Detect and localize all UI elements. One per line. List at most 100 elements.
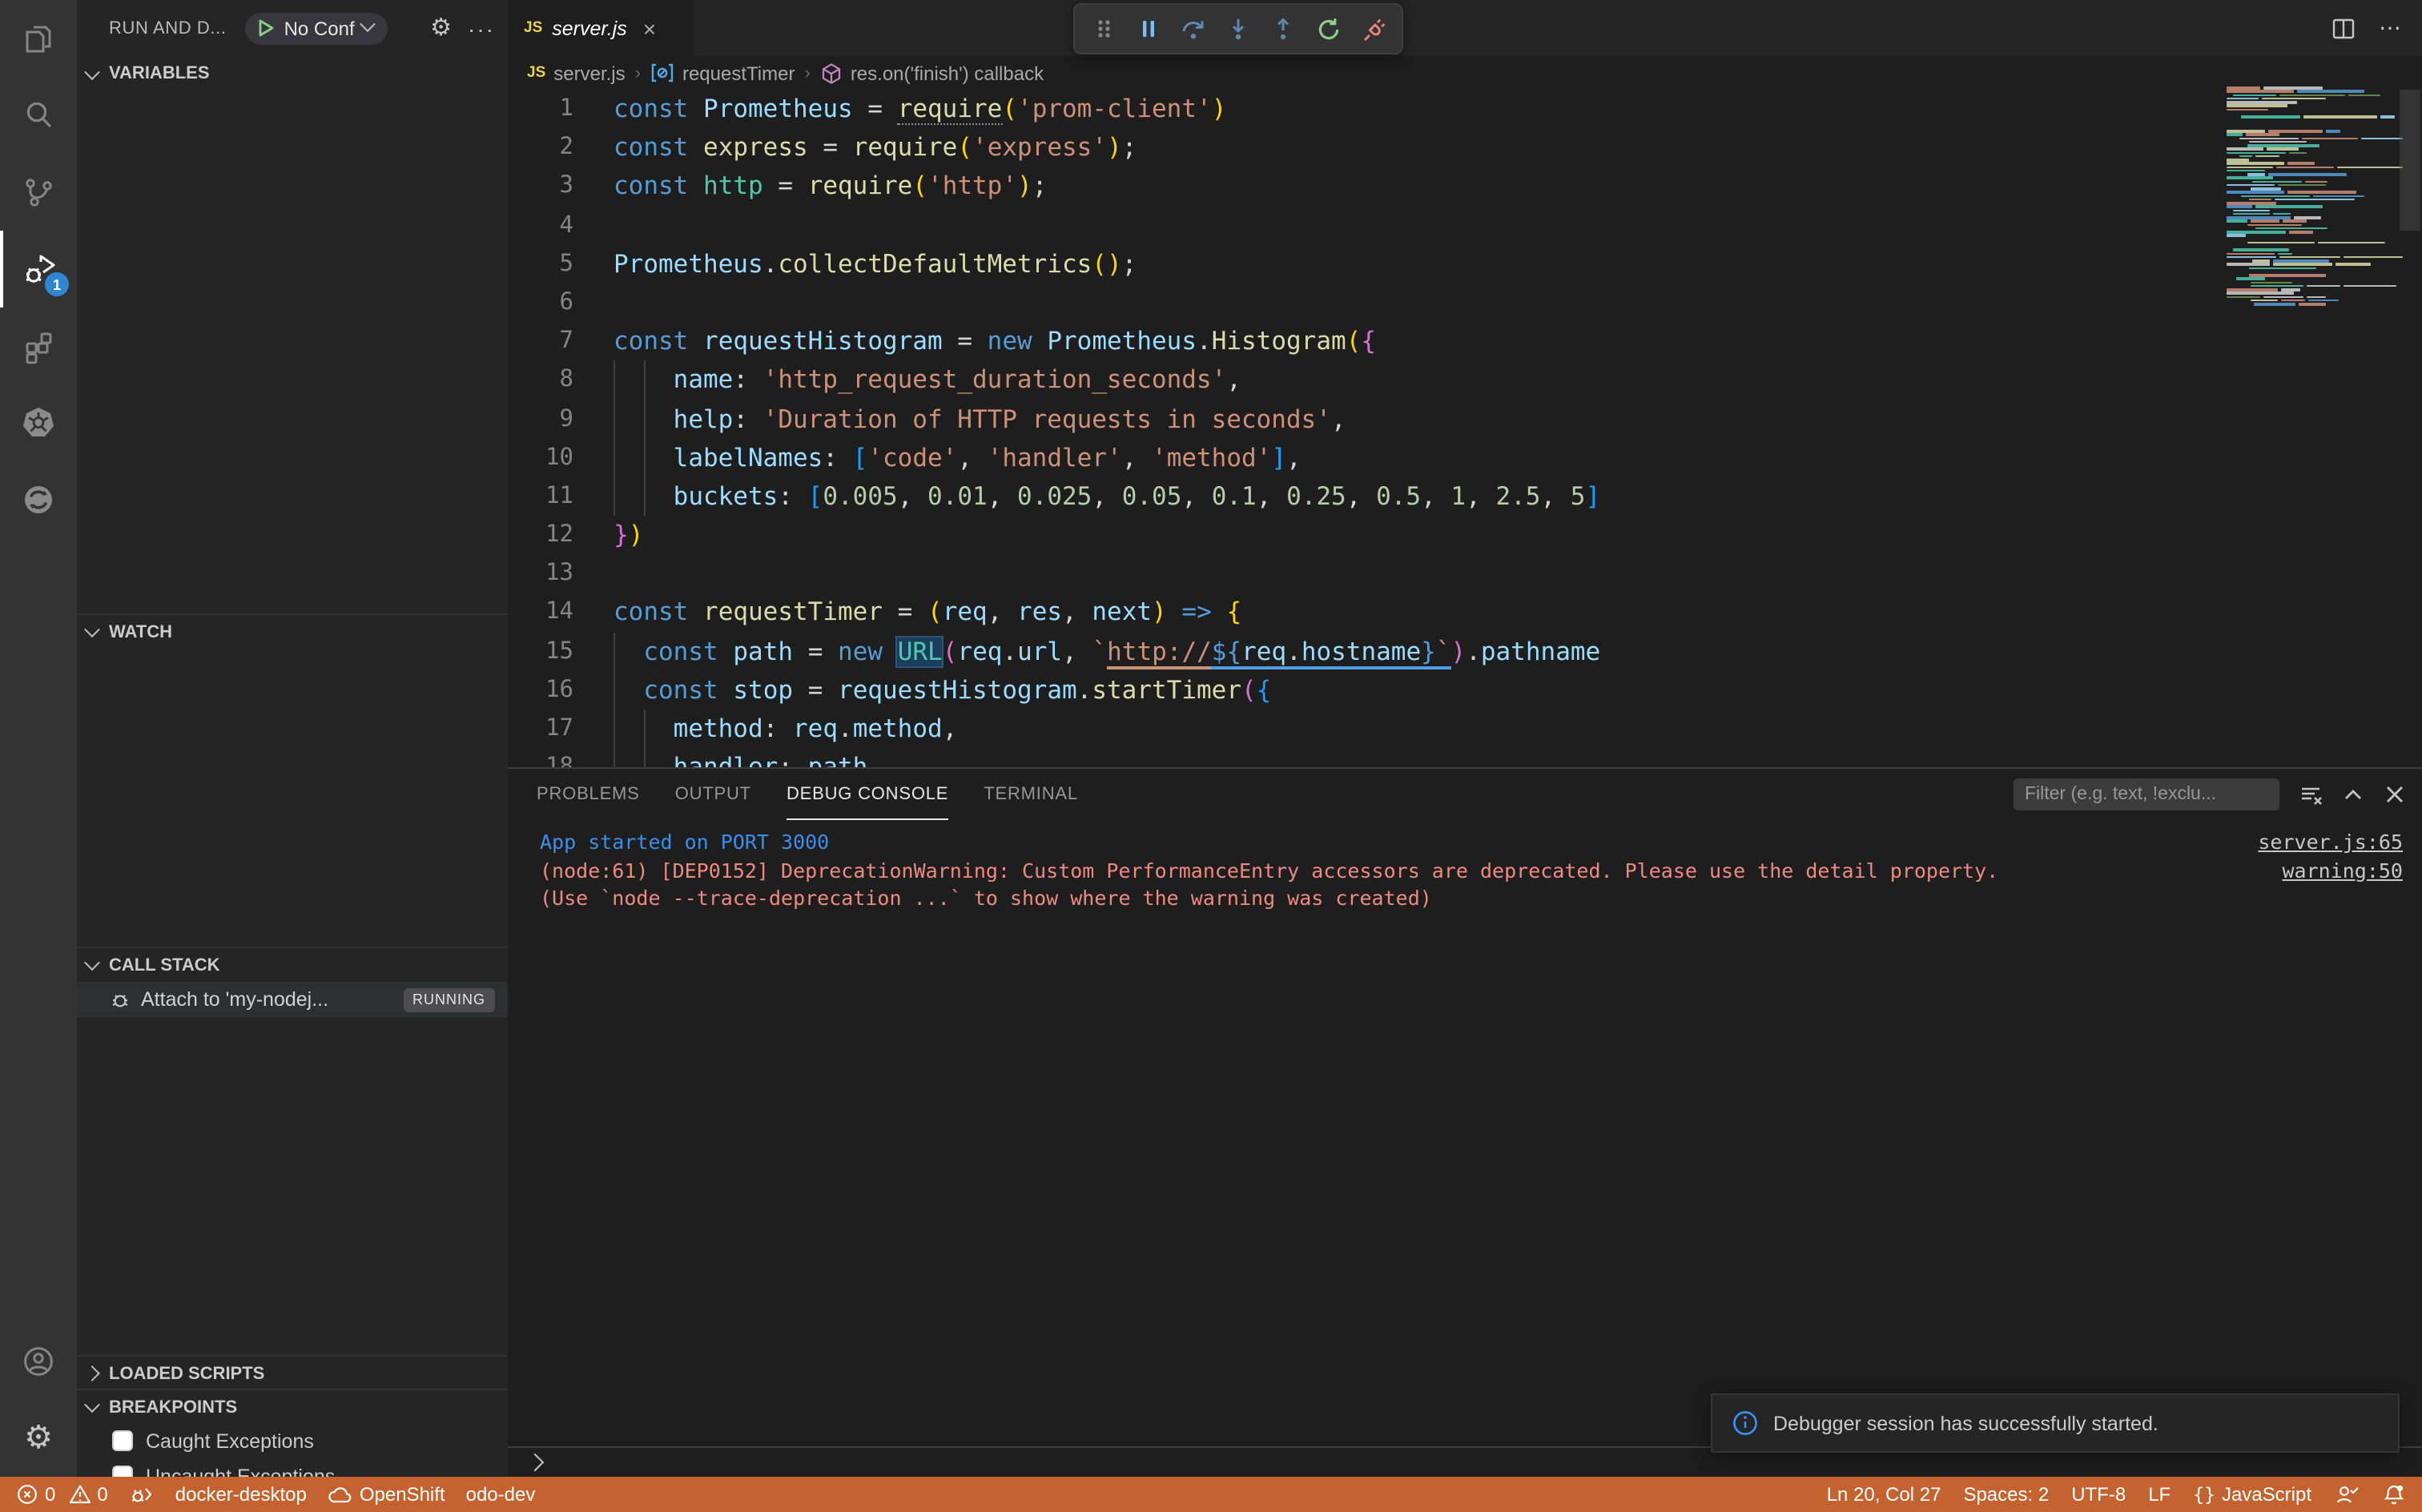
minimap[interactable] [2227, 86, 2403, 311]
notification-toast[interactable]: Debugger session has successfully starte… [1711, 1393, 2400, 1453]
extensions-icon [19, 327, 58, 365]
eol-status[interactable]: LF [2148, 1483, 2171, 1506]
section-variables[interactable]: VARIABLES [77, 56, 508, 91]
breadcrumb[interactable]: JS server.js › requestTimer › res.on('fi… [508, 56, 2422, 90]
code-line: 6 [508, 284, 2422, 322]
indent-guide [643, 438, 646, 477]
debug-toolbar [1073, 3, 1403, 54]
tab-server-js[interactable]: JS server.js × [508, 0, 694, 56]
line-number: 6 [559, 289, 573, 316]
bug-icon [112, 995, 128, 1007]
encoding-status[interactable]: UTF-8 [2071, 1483, 2126, 1506]
source-location-link[interactable]: warning:50 [2282, 856, 2403, 884]
kubernetes-icon [18, 402, 59, 444]
activity-settings[interactable]: ⚙ [0, 1400, 77, 1477]
checkbox-unchecked[interactable] [112, 1430, 133, 1451]
step-into-button[interactable] [1219, 10, 1257, 48]
activity-extensions[interactable] [0, 308, 77, 384]
restart-button[interactable] [1309, 10, 1347, 48]
panel-tab-problems[interactable]: PROBLEMS [537, 769, 640, 820]
close-icon[interactable]: × [643, 15, 656, 41]
grip-icon [1098, 20, 1110, 38]
step-out-button[interactable] [1264, 10, 1302, 48]
launch-config-button[interactable]: No Conf [245, 12, 388, 44]
editor-scrollbar[interactable] [2400, 90, 2420, 231]
code-editor[interactable]: 1 const Prometheus = require('prom-client… [508, 90, 2422, 767]
line-number: 5 [559, 251, 573, 277]
debug-session-status[interactable] [129, 1483, 155, 1506]
code-text: const stop = requestHistogram.startTimer… [614, 670, 2422, 710]
disconnect-button[interactable] [1354, 10, 1392, 48]
chevron-down-icon [84, 621, 100, 638]
feedback-status[interactable] [2334, 1483, 2360, 1506]
breakpoint-row-caught-exceptions[interactable]: Caught Exceptions [77, 1424, 508, 1458]
indent-guide [643, 748, 646, 767]
openshift-status[interactable]: OpenShift [328, 1483, 445, 1506]
pause-button[interactable] [1129, 10, 1168, 48]
symbol-callback-icon [822, 62, 840, 83]
odo-status[interactable]: odo-dev [466, 1483, 536, 1506]
editor-more-actions-icon[interactable]: ⋯ [2379, 14, 2403, 42]
breadcrumb-file[interactable]: server.js [553, 62, 625, 84]
openshift-icon [18, 479, 59, 521]
chevron-down-icon [84, 1397, 100, 1413]
symbol-method-icon [651, 63, 674, 82]
indent-guide [614, 710, 615, 749]
console-filter-input[interactable] [2014, 778, 2279, 810]
docker-context-status[interactable]: docker-desktop [175, 1483, 307, 1506]
maximize-panel-icon[interactable] [2342, 783, 2364, 806]
debug-settings-gear-icon[interactable]: ⚙ [430, 16, 452, 40]
section-watch[interactable]: WATCH [77, 613, 508, 649]
activity-run-debug[interactable]: 1 [0, 231, 80, 308]
call-stack-session-label: Attach to 'my-nodej... [141, 988, 329, 1011]
run-debug-sidebar: RUN AND D... No Conf ⚙ ··· VARIABLES WAT… [77, 0, 508, 1487]
code-text: const requestTimer = (req, res, next) =>… [614, 597, 1242, 627]
clear-console-icon[interactable] [2299, 782, 2323, 806]
tab-label: server.js [552, 17, 627, 39]
indentation-status[interactable]: Spaces: 2 [1963, 1483, 2049, 1506]
panel-tab-terminal[interactable]: TERMINAL [984, 769, 1078, 820]
code-line: 7 const requestHistogram = new Prometheus… [508, 322, 2422, 360]
call-stack-session-row[interactable]: Attach to 'my-nodej... RUNNING [77, 982, 508, 1017]
line-number: 11 [545, 483, 573, 509]
activity-explorer[interactable] [0, 0, 77, 77]
activity-openshift[interactable] [0, 461, 77, 538]
close-panel-icon[interactable] [2384, 783, 2406, 806]
panel-tab-output[interactable]: OUTPUT [675, 769, 751, 820]
breadcrumb-symbol[interactable]: res.on('finish') callback [851, 62, 1044, 84]
code-line: 17 method: req.method, [508, 710, 2422, 749]
panel-tabs: PROBLEMS OUTPUT DEBUG CONSOLE TERMINAL [537, 769, 1078, 820]
indent-guide [614, 670, 615, 710]
line-number: 15 [545, 638, 573, 665]
problems-status[interactable]: 0 0 [16, 1483, 108, 1506]
console-prompt-icon [525, 1453, 545, 1472]
step-out-icon [1277, 18, 1289, 40]
section-breakpoints[interactable]: BREAKPOINTS [77, 1389, 508, 1424]
line-number: 2 [559, 135, 573, 161]
code-line: 18 handler: path [508, 748, 2422, 767]
language-mode-status[interactable]: {} JavaScript [2193, 1483, 2311, 1506]
step-over-button[interactable] [1174, 10, 1213, 48]
source-location-link[interactable]: server.js:65 [2258, 828, 2403, 856]
activity-search[interactable] [0, 77, 77, 154]
debug-console-output: App started on PORT 3000 server.js:65 (nod… [508, 820, 2422, 913]
cloud-icon [329, 1486, 352, 1502]
start-debug-icon [260, 19, 274, 37]
activity-accounts[interactable] [0, 1323, 77, 1400]
panel-tab-debug-console[interactable]: DEBUG CONSOLE [786, 769, 949, 820]
line-number: 10 [545, 444, 573, 471]
error-icon [18, 1485, 37, 1504]
activity-kubernetes[interactable] [0, 384, 77, 461]
toolbar-drag-grip[interactable] [1084, 10, 1123, 48]
activity-source-control[interactable] [0, 154, 77, 231]
section-call-stack[interactable]: CALL STACK [77, 947, 508, 982]
cursor-position-status[interactable]: Ln 20, Col 27 [1827, 1483, 1941, 1506]
more-actions-icon[interactable]: ··· [468, 15, 495, 41]
search-icon [19, 96, 58, 135]
breadcrumb-symbol[interactable]: requestTimer [682, 62, 795, 84]
split-editor-icon[interactable] [2331, 15, 2356, 41]
line-number: 13 [545, 561, 573, 587]
section-loaded-scripts[interactable]: LOADED SCRIPTS [77, 1355, 508, 1390]
notifications-status[interactable] [2382, 1482, 2406, 1506]
line-number: 3 [559, 173, 573, 199]
